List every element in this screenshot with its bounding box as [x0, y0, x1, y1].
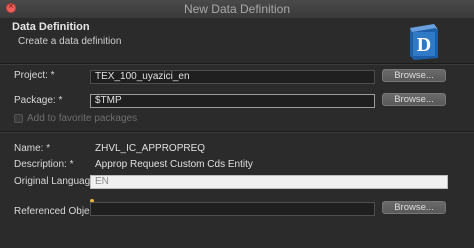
add-favorite-label: Add to favorite packages: [27, 113, 138, 124]
description-label: Description: *: [14, 159, 74, 170]
name-label: Name: *: [14, 143, 51, 154]
package-browse-button[interactable]: Browse...: [382, 93, 446, 106]
referenced-object-field[interactable]: [90, 202, 375, 216]
original-language-label: Original Language:: [14, 176, 99, 187]
package-label: Package: *: [14, 95, 63, 106]
name-field[interactable]: ZHVL_IC_APPROPREQ: [90, 142, 448, 156]
project-label: Project: *: [14, 70, 55, 81]
referenced-object-browse-button[interactable]: Browse...: [382, 201, 446, 214]
dialog-subtitle: Create a data definition: [18, 36, 122, 47]
window-title: New Data Definition: [183, 2, 291, 16]
referenced-object-label: Referenced Object:: [14, 206, 101, 217]
project-browse-button[interactable]: Browse...: [382, 69, 446, 82]
data-definition-icon: D: [410, 24, 438, 60]
project-field[interactable]: TEX_100_uyazici_en: [90, 70, 375, 84]
original-language-field: EN: [90, 175, 448, 189]
add-favorite-checkbox[interactable]: [14, 114, 23, 123]
title-bar: New Data Definition: [0, 0, 474, 19]
header-separator: [0, 63, 474, 65]
logo-letter: D: [417, 34, 431, 56]
dialog-title: Data Definition: [12, 21, 90, 33]
description-field[interactable]: Approp Request Custom Cds Entity: [90, 158, 448, 172]
package-field[interactable]: $TMP: [90, 94, 375, 108]
section-separator: [0, 131, 474, 133]
dialog-header: Data Definition Create a data definition…: [0, 18, 474, 64]
